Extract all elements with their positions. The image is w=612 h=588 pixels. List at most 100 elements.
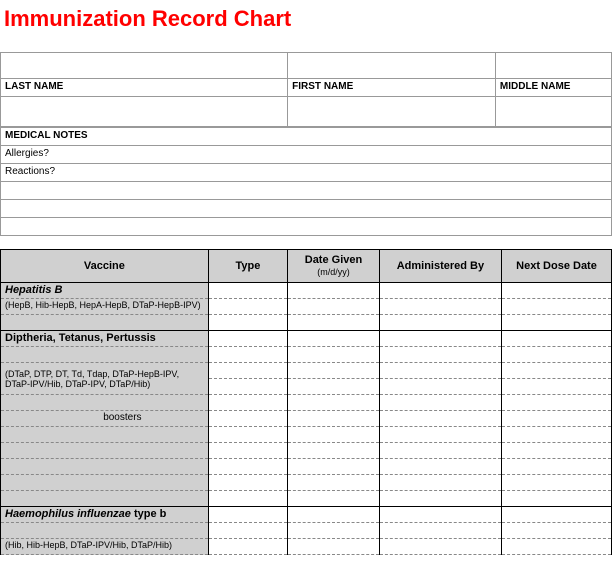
type-cell[interactable] [208,411,287,427]
next-cell[interactable] [502,475,612,491]
next-cell[interactable] [502,507,612,523]
admin-cell[interactable] [379,443,501,459]
type-cell[interactable] [208,443,287,459]
middle-name-field[interactable] [495,96,611,126]
admin-cell[interactable] [379,299,501,315]
next-cell[interactable] [502,491,612,507]
vaccine-blank [1,315,209,331]
admin-cell[interactable] [379,331,501,347]
medical-notes-heading: MEDICAL NOTES [1,127,612,145]
next-cell[interactable] [502,283,612,299]
col-type: Type [208,250,287,283]
next-cell[interactable] [502,427,612,443]
reactions-row[interactable]: Reactions? [1,163,612,181]
type-cell[interactable] [208,347,287,363]
date-cell[interactable] [288,315,380,331]
next-cell[interactable] [502,539,612,555]
admin-cell[interactable] [379,411,501,427]
type-cell[interactable] [208,539,287,555]
date-cell[interactable] [288,507,380,523]
next-cell[interactable] [502,411,612,427]
date-cell[interactable] [288,491,380,507]
type-cell[interactable] [208,363,287,379]
admin-cell[interactable] [379,523,501,539]
notes-row[interactable] [1,217,612,235]
page-title: Immunization Record Chart [0,0,612,38]
vaccine-sub-dtp: (DTaP, DTP, DT, Td, Tdap, DTaP-HepB-IPV,… [1,363,209,395]
type-cell[interactable] [208,395,287,411]
date-cell[interactable] [288,427,380,443]
type-cell[interactable] [208,299,287,315]
date-cell[interactable] [288,363,380,379]
notes-row[interactable] [1,199,612,217]
identity-cell[interactable] [288,52,496,78]
next-cell[interactable] [502,459,612,475]
type-cell[interactable] [208,331,287,347]
admin-cell[interactable] [379,283,501,299]
identity-cell[interactable] [495,52,611,78]
next-cell[interactable] [502,299,612,315]
next-cell[interactable] [502,379,612,395]
vaccine-sub-hepb: (HepB, Hib-HepB, HepA-HepB, DTaP-HepB-IP… [1,299,209,315]
date-cell[interactable] [288,475,380,491]
vaccine-blank [1,523,209,539]
type-cell[interactable] [208,491,287,507]
vaccine-blank [1,475,209,491]
next-cell[interactable] [502,395,612,411]
first-name-label: FIRST NAME [288,78,496,96]
date-cell[interactable] [288,411,380,427]
type-cell[interactable] [208,315,287,331]
first-name-field[interactable] [288,96,496,126]
admin-cell[interactable] [379,315,501,331]
date-cell[interactable] [288,395,380,411]
date-cell[interactable] [288,379,380,395]
type-cell[interactable] [208,427,287,443]
admin-cell[interactable] [379,363,501,379]
type-cell[interactable] [208,523,287,539]
next-cell[interactable] [502,363,612,379]
identity-table: LAST NAME FIRST NAME MIDDLE NAME [0,38,612,127]
date-cell[interactable] [288,523,380,539]
date-cell[interactable] [288,539,380,555]
vaccine-blank [1,443,209,459]
vaccine-blank [1,395,209,411]
type-cell[interactable] [208,379,287,395]
allergies-row[interactable]: Allergies? [1,145,612,163]
vaccine-blank [1,427,209,443]
date-cell[interactable] [288,331,380,347]
admin-cell[interactable] [379,459,501,475]
col-administered-by: Administered By [379,250,501,283]
date-cell[interactable] [288,347,380,363]
date-cell[interactable] [288,299,380,315]
admin-cell[interactable] [379,379,501,395]
next-cell[interactable] [502,331,612,347]
admin-cell[interactable] [379,347,501,363]
next-cell[interactable] [502,443,612,459]
type-cell[interactable] [208,475,287,491]
last-name-field[interactable] [1,96,288,126]
date-cell[interactable] [288,283,380,299]
type-cell[interactable] [208,459,287,475]
next-cell[interactable] [502,523,612,539]
identity-cell[interactable] [1,52,288,78]
admin-cell[interactable] [379,475,501,491]
col-vaccine: Vaccine [1,250,209,283]
vaccine-name-hepb: Hepatitis B [1,283,209,299]
vaccine-blank [1,459,209,475]
notes-row[interactable] [1,181,612,199]
admin-cell[interactable] [379,507,501,523]
date-cell[interactable] [288,459,380,475]
admin-cell[interactable] [379,427,501,443]
admin-cell[interactable] [379,491,501,507]
last-name-label: LAST NAME [1,78,288,96]
admin-cell[interactable] [379,395,501,411]
vaccine-boosters-label: boosters [1,411,209,427]
next-cell[interactable] [502,315,612,331]
vaccine-sub-hib: (Hib, Hib-HepB, DTaP-IPV/Hib, DTaP/Hib) [1,539,209,555]
type-cell[interactable] [208,507,287,523]
type-cell[interactable] [208,283,287,299]
next-cell[interactable] [502,347,612,363]
date-cell[interactable] [288,443,380,459]
admin-cell[interactable] [379,539,501,555]
middle-name-label: MIDDLE NAME [495,78,611,96]
